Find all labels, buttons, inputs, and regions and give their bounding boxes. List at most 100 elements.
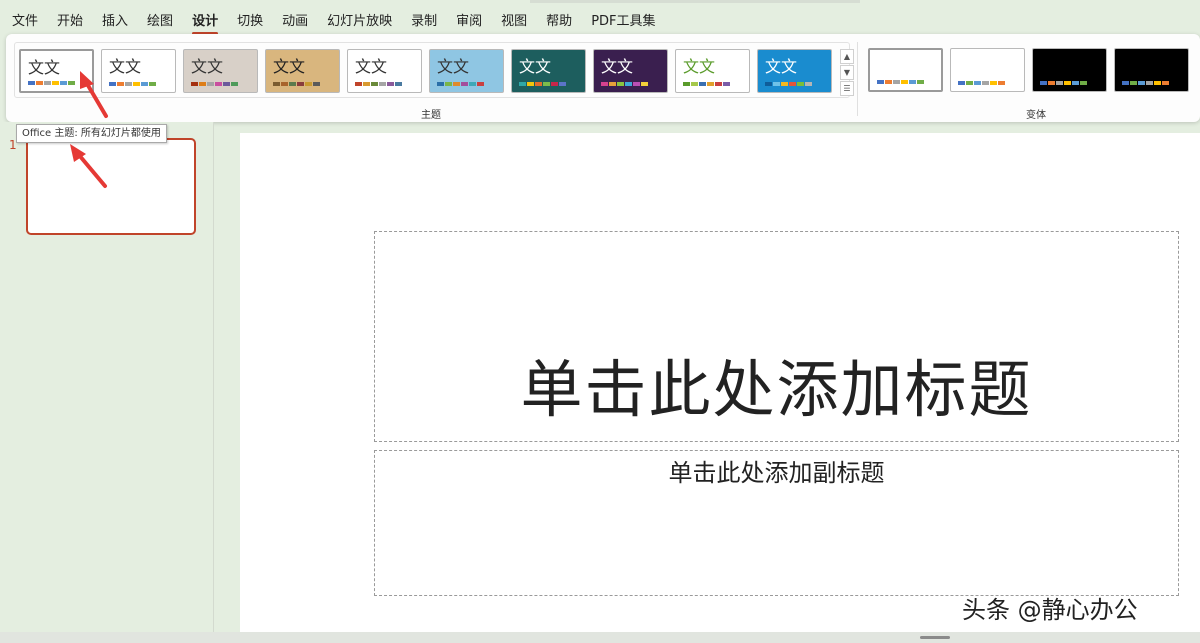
color-swatch (289, 82, 296, 86)
theme-thumb-text: 文文 (437, 57, 470, 76)
tab-draw[interactable]: 绘图 (147, 10, 173, 34)
tab-help[interactable]: 帮助 (546, 10, 572, 34)
color-swatch (1048, 81, 1055, 85)
gallery-more-icon[interactable]: ☰ (840, 81, 854, 96)
color-swatch (601, 82, 608, 86)
variants-group-label: 变体 (1026, 110, 1046, 121)
color-swatch (699, 82, 706, 86)
theme-thumb[interactable]: 文文 (675, 49, 750, 93)
theme-thumb[interactable]: 文文 (19, 49, 94, 93)
subtitle-placeholder[interactable]: 单击此处添加副标题 (374, 450, 1179, 596)
slide-thumbnail[interactable] (26, 138, 196, 235)
design-ribbon: 文文 文文 文文 文文 文文 文文 文文 文文 文文 文文 ▲ ▼ ☰ 主题 变… (6, 34, 1200, 122)
theme-swatches (273, 82, 321, 86)
color-swatch (917, 80, 924, 84)
title-strip-bar (530, 0, 860, 3)
theme-thumb[interactable]: 文文 (347, 49, 422, 93)
themes-gallery: 文文 文文 文文 文文 文文 文文 文文 文文 文文 文文 ▲ ▼ ☰ (14, 42, 854, 98)
theme-thumb[interactable]: 文文 (593, 49, 668, 93)
theme-thumb[interactable]: 文文 (101, 49, 176, 93)
gallery-down-icon[interactable]: ▼ (840, 65, 854, 80)
color-swatch (305, 82, 312, 86)
color-swatch (535, 82, 542, 86)
color-swatch (44, 81, 51, 85)
tab-pdf-tools[interactable]: PDF工具集 (591, 10, 655, 34)
color-swatch (313, 82, 320, 86)
tab-record[interactable]: 录制 (411, 10, 437, 34)
variant-thumb[interactable] (950, 48, 1025, 92)
pane-divider[interactable] (213, 122, 214, 632)
theme-thumb[interactable]: 文文 (183, 49, 258, 93)
theme-swatches (109, 82, 157, 86)
color-swatch (543, 82, 550, 86)
color-swatch (1072, 81, 1079, 85)
theme-swatches (437, 82, 485, 86)
color-swatch (141, 82, 148, 86)
variant-thumb[interactable] (1032, 48, 1107, 92)
color-swatch (215, 82, 222, 86)
color-swatch (60, 81, 67, 85)
color-swatch (379, 82, 386, 86)
color-swatch (1122, 81, 1129, 85)
tab-review[interactable]: 审阅 (456, 10, 482, 34)
color-swatch (966, 81, 973, 85)
color-swatch (231, 82, 238, 86)
color-swatch (437, 82, 444, 86)
color-swatch (893, 80, 900, 84)
tab-view[interactable]: 视图 (501, 10, 527, 34)
theme-thumb[interactable]: 文文 (511, 49, 586, 93)
color-swatch (52, 81, 59, 85)
status-handle[interactable] (920, 636, 950, 639)
color-swatch (1056, 81, 1063, 85)
theme-thumb-text: 文文 (191, 57, 224, 76)
color-swatch (609, 82, 616, 86)
color-swatch (477, 82, 484, 86)
color-swatch (461, 82, 468, 86)
color-swatch (707, 82, 714, 86)
theme-thumb-text: 文文 (765, 57, 798, 76)
theme-thumb[interactable]: 文文 (265, 49, 340, 93)
slide-title[interactable]: 单击此处添加标题 (375, 339, 1178, 429)
color-swatch (1138, 81, 1145, 85)
color-swatch (982, 81, 989, 85)
tab-animations[interactable]: 动画 (282, 10, 308, 34)
color-swatch (691, 82, 698, 86)
tab-transitions[interactable]: 切换 (237, 10, 263, 34)
color-swatch (765, 82, 772, 86)
theme-thumb-text: 文文 (28, 58, 61, 77)
tab-insert[interactable]: 插入 (102, 10, 128, 34)
color-swatch (789, 82, 796, 86)
gallery-up-icon[interactable]: ▲ (840, 49, 854, 64)
color-swatch (958, 81, 965, 85)
theme-swatches (355, 82, 403, 86)
color-swatch (1040, 81, 1047, 85)
color-swatch (191, 82, 198, 86)
theme-thumb[interactable]: 文文 (429, 49, 504, 93)
color-swatch (519, 82, 526, 86)
color-swatch (28, 81, 35, 85)
color-swatch (797, 82, 804, 86)
tab-slideshow[interactable]: 幻灯片放映 (327, 10, 392, 34)
color-swatch (133, 82, 140, 86)
color-swatch (207, 82, 214, 86)
color-swatch (68, 81, 75, 85)
tab-design[interactable]: 设计 (192, 10, 219, 35)
theme-thumb[interactable]: 文文 (757, 49, 832, 93)
variant-swatches (1122, 81, 1170, 85)
color-swatch (641, 82, 648, 86)
group-separator (857, 42, 858, 116)
variant-thumb[interactable] (868, 48, 943, 92)
color-swatch (909, 80, 916, 84)
tab-home[interactable]: 开始 (57, 10, 83, 34)
slide-subtitle[interactable]: 单击此处添加副标题 (375, 453, 1178, 488)
color-swatch (1064, 81, 1071, 85)
title-placeholder[interactable]: 单击此处添加标题 (374, 231, 1179, 442)
color-swatch (683, 82, 690, 86)
tab-file[interactable]: 文件 (12, 10, 38, 34)
color-swatch (974, 81, 981, 85)
color-swatch (773, 82, 780, 86)
color-swatch (453, 82, 460, 86)
color-swatch (805, 82, 812, 86)
variant-swatches (958, 81, 1006, 85)
variant-thumb[interactable] (1114, 48, 1189, 92)
